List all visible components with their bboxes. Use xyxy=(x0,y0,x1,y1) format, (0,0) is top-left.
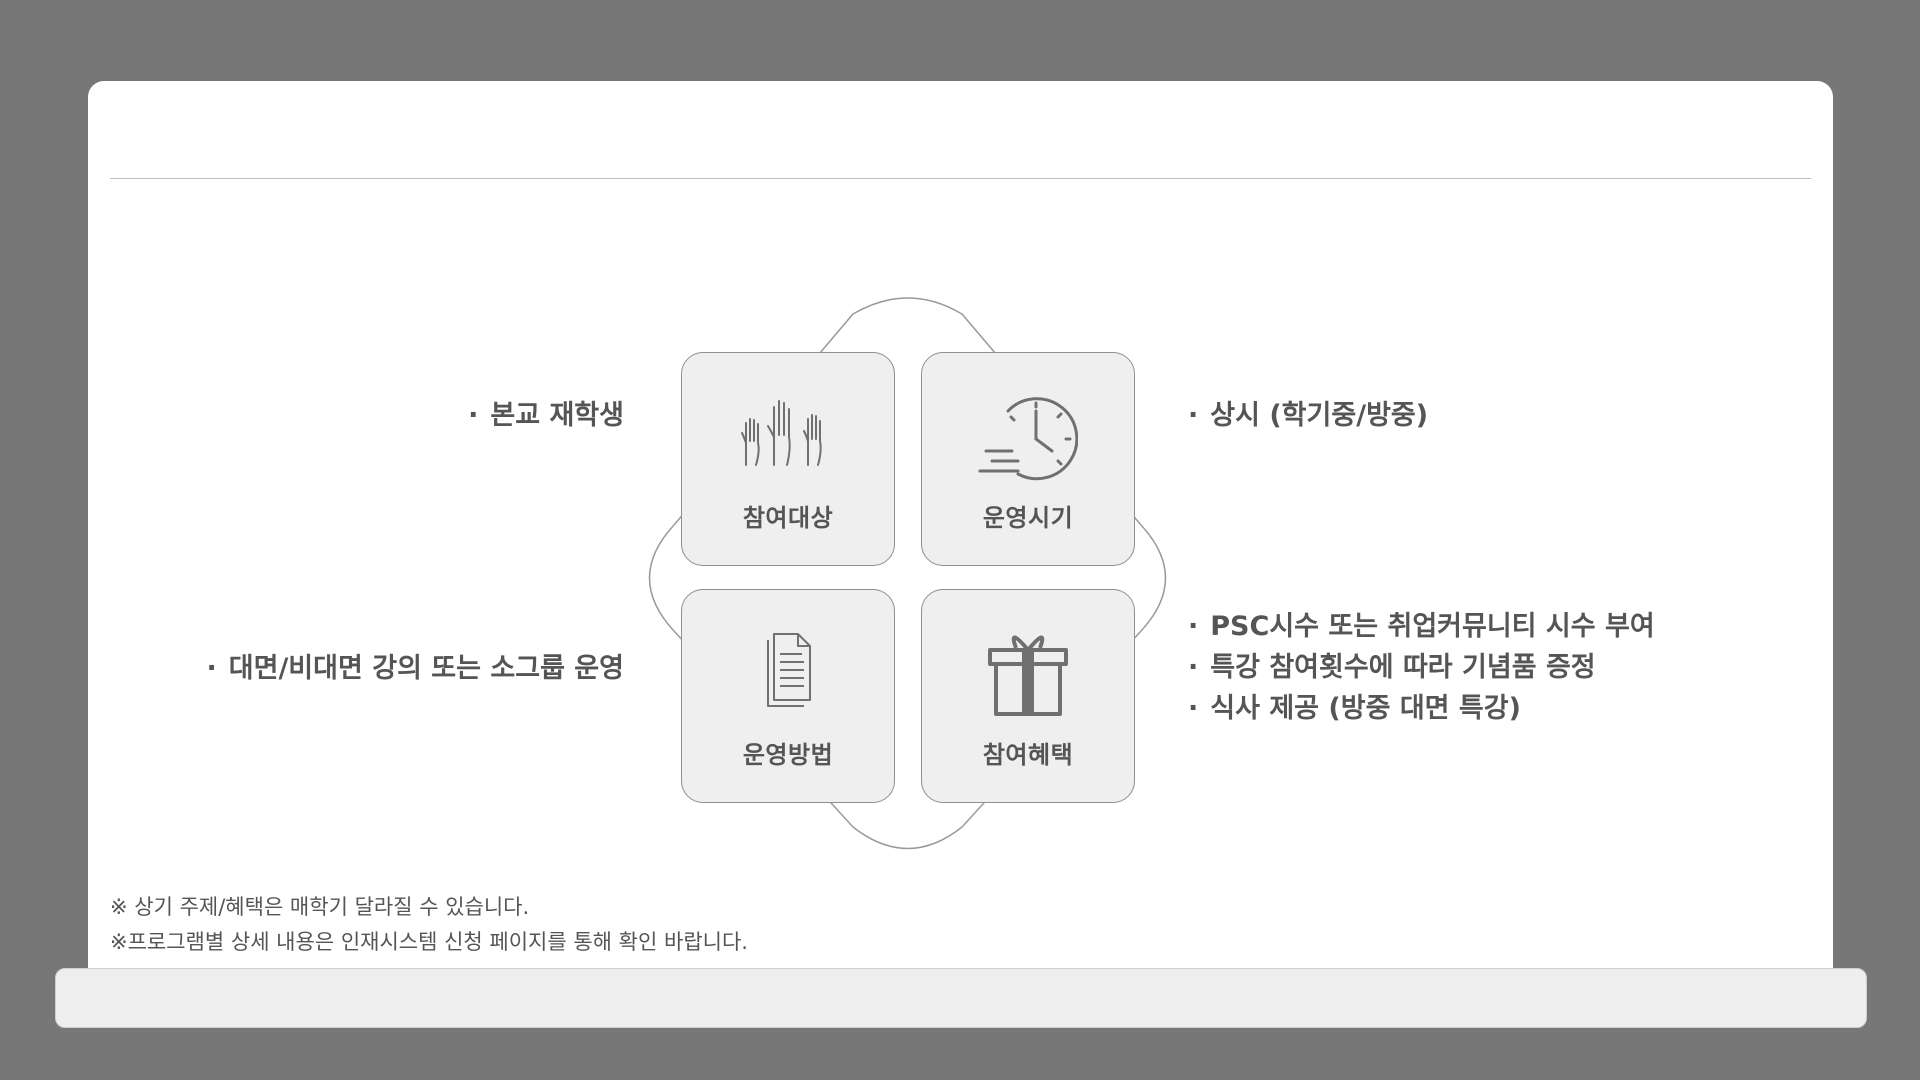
tile-label: 운영방법 xyxy=(742,741,834,769)
tile-participants: 참여대상 xyxy=(681,352,895,566)
info-line: · 본교 재학생 xyxy=(468,400,624,431)
document-icon xyxy=(767,633,811,707)
info-line: · PSC시수 또는 취업커뮤니티 시수 부여 xyxy=(1188,611,1655,642)
benefits-info: · PSC시수 또는 취업커뮤니티 시수 부여 · 특강 참여횟수에 따라 기념품 … xyxy=(1188,606,1655,729)
raised-hands-icon xyxy=(741,400,822,466)
header-divider xyxy=(110,178,1811,179)
tile-period: 운영시기 xyxy=(921,352,1135,566)
clock-icon xyxy=(978,397,1078,481)
tile-method: 운영방법 xyxy=(681,589,895,803)
tile-label: 참여혜택 xyxy=(982,741,1074,769)
footnote: ※프로그램별 상세 내용은 인재시스템 신청 페이지를 통해 확인 바랍니다. xyxy=(110,930,748,954)
info-line: · 식사 제공 (방중 대면 특강) xyxy=(1188,693,1521,724)
method-info: · 대면/비대면 강의 또는 소그룹 운영 xyxy=(207,648,625,689)
tile-benefits: 참여혜택 xyxy=(921,589,1135,803)
info-line: · 특강 참여횟수에 따라 기념품 증정 xyxy=(1188,652,1596,683)
target-info: · 본교 재학생 xyxy=(468,395,624,436)
period-info: · 상시 (학기중/방중) xyxy=(1188,395,1428,436)
footnote: ※ 상기 주제/혜택은 매학기 달라질 수 있습니다. xyxy=(110,895,530,919)
tile-label: 참여대상 xyxy=(742,504,834,532)
info-line: · 대면/비대면 강의 또는 소그룹 운영 xyxy=(206,653,625,684)
info-line: · 상시 (학기중/방중) xyxy=(1188,400,1429,431)
tile-label: 운영시기 xyxy=(982,504,1074,532)
gift-icon xyxy=(988,635,1068,716)
bottom-base-bar xyxy=(55,968,1867,1028)
footnotes: ※ 상기 주제/혜택은 매학기 달라질 수 있습니다. ※프로그램별 상세 내용… xyxy=(110,890,748,960)
